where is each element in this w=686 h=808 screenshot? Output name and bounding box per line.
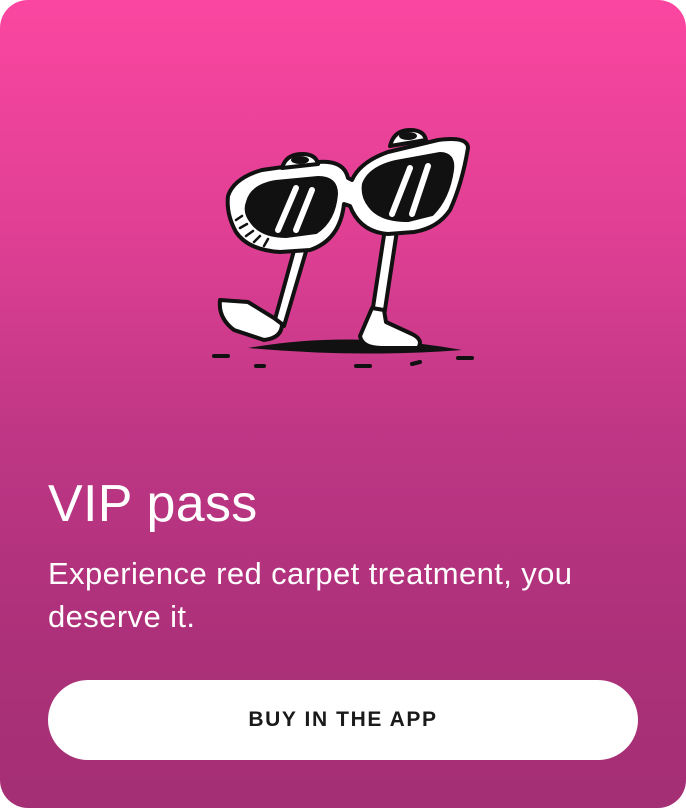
card-description: Experience red carpet treatment, you des… — [48, 556, 573, 634]
card-title: VIP pass — [48, 475, 258, 533]
vip-pass-card: VIP pass Experience red carpet treatment… — [0, 0, 686, 808]
buy-in-app-button[interactable]: BUY IN THE APP — [48, 680, 638, 760]
walking-sunglasses-illustration — [212, 128, 474, 368]
